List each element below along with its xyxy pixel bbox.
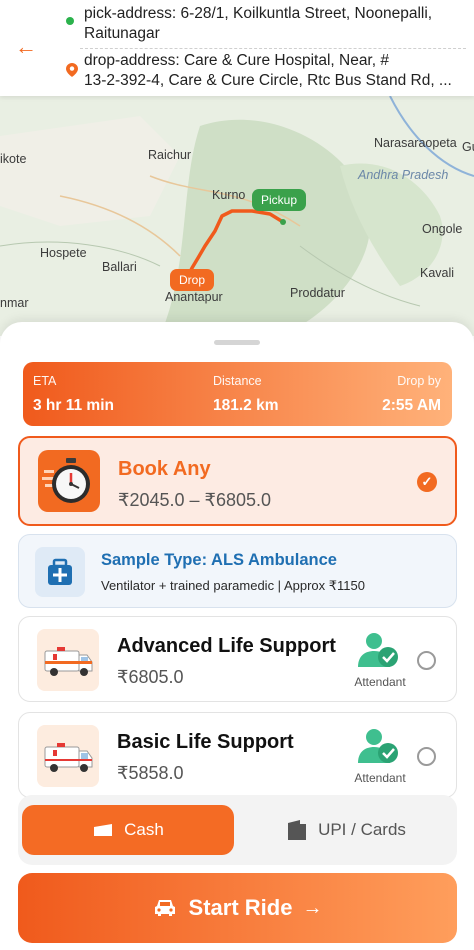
medical-kit-icon [35, 547, 85, 597]
eta-label: ETA [33, 374, 57, 388]
pickup-dot-icon [66, 17, 74, 25]
sample-type-subtitle: Ventilator + trained paramedic | Approx … [101, 578, 365, 593]
dropby-label: Drop by [397, 374, 441, 388]
map-label-gu: Gu [462, 140, 474, 154]
drop-marker[interactable]: Drop [170, 269, 215, 291]
option-price: ₹5858.0 [117, 763, 184, 783]
map-label-hospete: Hospete [40, 246, 87, 260]
dropby-column: Drop by 2:55 AM [382, 374, 441, 415]
arrow-right-icon: → [302, 896, 323, 919]
drop-address-line2: 13-2-392-4, Care & Cure Circle, Rtc Bus … [84, 72, 452, 89]
ambulance-option-als[interactable]: Advanced Life Support ₹6805.0 Attendant [18, 616, 457, 702]
drop-pin-icon [66, 63, 78, 77]
distance-column: Distance 181.2 km [213, 374, 279, 415]
option-name: Basic Life Support [117, 731, 294, 753]
stopwatch-icon [38, 450, 100, 512]
map-label-kurnool: Kurno [212, 188, 246, 202]
route-map[interactable]: ikote Raichur Kurno Narasaraopeta Gu And… [0, 96, 474, 336]
distance-label: Distance [213, 374, 262, 388]
upi-cards-label: UPI / Cards [318, 820, 406, 839]
attendant-label: Attendant [354, 771, 406, 785]
dropby-value: 2:55 AM [382, 397, 441, 414]
wallet-icon [288, 820, 307, 840]
cash-label: Cash [124, 820, 164, 839]
upi-cards-payment-button[interactable]: UPI / Cards [240, 805, 452, 855]
attendant-badge: Attendant [350, 631, 410, 691]
attendant-badge: Attendant [350, 727, 410, 787]
map-label-ongole: Ongole [422, 222, 463, 236]
option-radio[interactable] [417, 747, 436, 766]
map-label-raichur: Raichur [148, 148, 192, 162]
start-ride-label: Start Ride [188, 895, 293, 920]
map-label-proddatur: Proddatur [290, 286, 345, 300]
map-label-andhra-pradesh: Andhra Pradesh [358, 168, 449, 182]
drop-address[interactable]: drop-address: Care & Cure Hospital, Near… [84, 51, 466, 91]
payment-method-toggle: Cash UPI / Cards [18, 795, 457, 865]
cash-payment-button[interactable]: Cash [22, 805, 234, 855]
trip-summary-banner: ETA 3 hr 11 min Distance 181.2 km Drop b… [23, 362, 452, 426]
map-background [0, 96, 474, 336]
sample-type-title: Sample Type: ALS Ambulance [101, 551, 337, 569]
start-ride-button[interactable]: Start Ride → [18, 873, 457, 943]
map-label-narasaraopeta: Narasaraopeta [374, 136, 457, 150]
address-divider [80, 48, 466, 49]
distance-value: 181.2 km [213, 397, 279, 414]
attendant-label: Attendant [354, 675, 406, 689]
map-label-nmar: nmar [0, 296, 29, 310]
option-price: ₹6805.0 [117, 667, 184, 687]
back-arrow-icon[interactable]: ← [12, 33, 40, 61]
attendant-icon [358, 729, 398, 763]
sample-type-info: Sample Type: ALS Ambulance Ventilator + … [18, 534, 457, 608]
pickup-address-line1: pick-address: 6-28/1, Koilkuntla Street,… [84, 5, 433, 22]
book-any-option[interactable]: Book Any ₹2045.0 – ₹6805.0 ✓ [18, 436, 457, 526]
option-name: Advanced Life Support [117, 635, 336, 657]
map-label-ballari: Ballari [102, 260, 137, 274]
eta-value: 3 hr 11 min [33, 397, 114, 414]
ambulance-option-bls[interactable]: Basic Life Support ₹5858.0 Attendant [18, 712, 457, 798]
sheet-drag-handle[interactable] [214, 340, 260, 345]
drop-address-line1: drop-address: Care & Cure Hospital, Near… [84, 52, 389, 69]
car-icon [154, 900, 175, 916]
pickup-address-line2: Raitunagar [84, 25, 160, 42]
pickup-marker[interactable]: Pickup [252, 189, 307, 211]
selected-check-icon: ✓ [417, 472, 437, 492]
option-radio[interactable] [417, 651, 436, 670]
map-label-kavali: Kavali [420, 266, 455, 280]
ambulance-icon [37, 725, 99, 787]
book-any-price-range: ₹2045.0 – ₹6805.0 [118, 490, 272, 510]
attendant-icon [358, 633, 398, 667]
ambulance-icon [37, 629, 99, 691]
map-label-ikote: ikote [0, 152, 27, 166]
book-any-title: Book Any [118, 458, 211, 480]
address-header: ← pick-address: 6-28/1, Koilkuntla Stree… [0, 0, 474, 96]
eta-column: ETA 3 hr 11 min [33, 374, 114, 415]
map-label-anantapur: Anantapur [165, 290, 223, 304]
pickup-address[interactable]: pick-address: 6-28/1, Koilkuntla Street,… [84, 4, 466, 44]
cash-icon [94, 824, 113, 836]
